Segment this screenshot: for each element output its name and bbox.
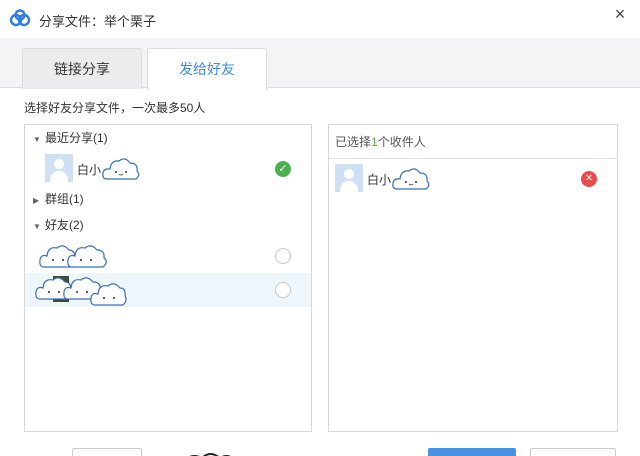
expanded-caret-icon: ▼ [33,135,41,144]
contact-row-friend-1[interactable] [25,239,311,273]
group-label: 群组(1) [45,192,84,206]
cancel-button[interactable] [530,448,616,456]
close-icon[interactable]: × [610,4,630,24]
default-avatar-icon [335,164,363,192]
recipients-header: 已选择1个收件人 [329,125,617,159]
footer-left-button[interactable] [72,448,142,456]
group-recent-share[interactable]: ▼ 最近分享(1) [25,127,311,149]
decoration-icon [189,453,231,456]
confirm-share-button[interactable] [428,448,516,456]
default-avatar-icon [45,154,73,182]
empty-circle-icon[interactable] [275,248,291,264]
expanded-caret-icon: ▼ [33,222,41,231]
window-title: 分享文件：举个栗子 [39,14,157,29]
contact-name: 白小 [77,163,102,177]
recipients-header-prefix: 已选择 [335,135,372,149]
selected-recipients-panel: 已选择1个收件人 白小 ✕ [328,124,618,432]
contact-row-friend-2[interactable] [25,273,311,307]
recipients-count: 1 [371,135,378,149]
cloud-sticker-icon [39,245,107,268]
selection-hint: 选择好友分享文件，一次最多50人 [24,101,206,115]
cloud-sticker-icon [102,158,140,180]
cloud-sticker-icon [35,276,127,306]
contact-row-recent[interactable]: 白小 ✓ [25,152,311,186]
contact-tree-panel: ▼ 最近分享(1) 白小 ✓ ▶ 群组(1) ▼ 好友(2) [24,124,312,432]
remove-circle-icon[interactable]: ✕ [581,171,597,187]
recipient-name: 白小 [367,173,392,187]
tab-link-share[interactable]: 链接分享 [22,48,142,89]
recipients-header-suffix: 个收件人 [377,135,426,149]
group-friends[interactable]: ▼ 好友(2) [25,214,311,236]
check-circle-icon[interactable]: ✓ [275,161,291,177]
group-groups[interactable]: ▶ 群组(1) [25,188,311,210]
baidu-netdisk-logo-icon [9,9,31,27]
collapsed-caret-icon: ▶ [33,196,40,205]
title-bar: 分享文件：举个栗子 × [0,0,640,38]
recipient-row: 白小 ✕ [329,162,617,196]
group-label: 最近分享(1) [45,131,108,145]
group-label: 好友(2) [45,218,84,232]
empty-circle-icon[interactable] [275,282,291,298]
tab-send-to-friends[interactable]: 发给好友 [147,48,267,90]
tab-bar: 链接分享 发给好友 [0,38,640,90]
cloud-sticker-icon [392,168,430,190]
